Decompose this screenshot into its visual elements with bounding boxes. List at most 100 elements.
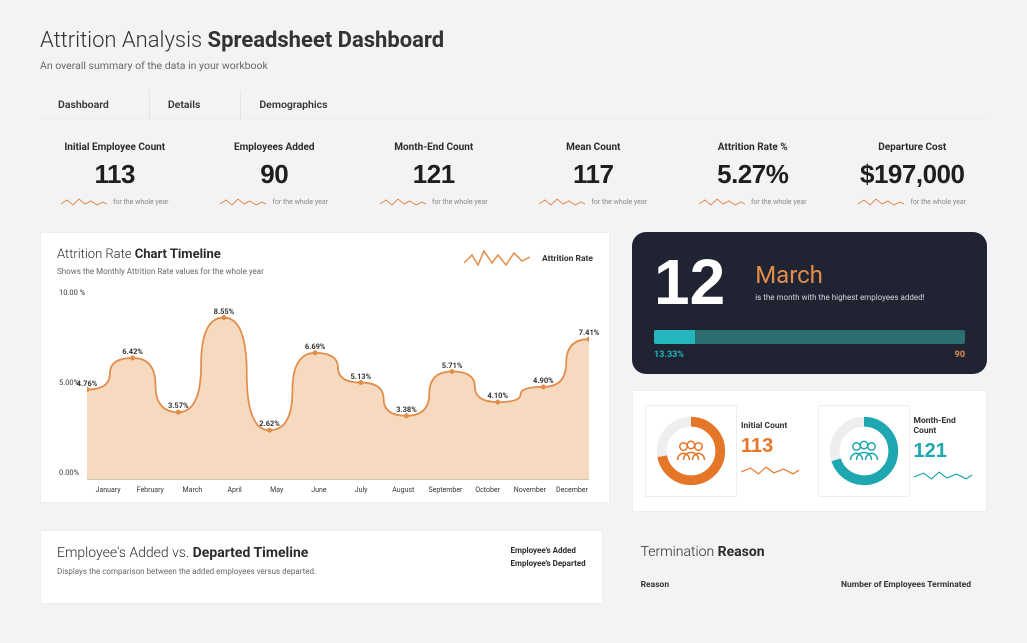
title-bold: Spreadsheet Dashboard — [208, 28, 445, 53]
kpi-1: Employees Added 90 for the whole year — [200, 142, 350, 208]
ring-card-monthend: Month-End Count 121 — [818, 405, 975, 497]
data-label: 7.41% — [579, 328, 600, 337]
term-col-count: Number of Employees Terminated — [841, 580, 971, 590]
avd-subtitle: Displays the comparison between the adde… — [57, 567, 586, 576]
highlight-bar-right: 90 — [955, 350, 965, 360]
ring-value-monthend: 121 — [914, 440, 975, 463]
kpi-value: 121 — [359, 159, 509, 190]
chart-legend: Attrition Rate — [464, 247, 593, 271]
highlight-desc: is the month with the highest employees … — [755, 293, 965, 303]
legend-spark-icon — [464, 247, 534, 271]
x-tick: April — [214, 486, 256, 494]
spark-icon — [61, 196, 107, 208]
data-label: 4.10% — [487, 391, 508, 400]
x-tick: September — [424, 486, 466, 494]
data-label: 6.69% — [305, 342, 326, 351]
kpi-value: 113 — [40, 159, 190, 190]
chart-subtitle: Shows the Monthly Attrition Rate values … — [57, 267, 264, 276]
ring-value-initial: 113 — [741, 435, 802, 458]
x-tick: February — [129, 486, 171, 494]
y-axis-label-bottom: 0.00% — [59, 468, 79, 477]
data-label: 2.62% — [259, 419, 280, 428]
x-tick: November — [509, 486, 551, 494]
page-subtitle: An overall summary of the data in your w… — [40, 59, 987, 72]
kpi-row: Initial Employee Count 113 for the whole… — [40, 142, 987, 208]
x-tick: July — [340, 486, 382, 494]
kpi-3: Mean Count 117 for the whole year — [519, 142, 669, 208]
title-prefix: Attrition Analysis — [40, 28, 208, 53]
kpi-label: Attrition Rate % — [678, 142, 828, 153]
data-label: 8.55% — [214, 307, 235, 316]
kpi-value: 90 — [200, 159, 350, 190]
x-tick: October — [467, 486, 509, 494]
added-vs-departed-card: Employee's Added Employee's Departed Emp… — [40, 530, 603, 604]
avd-title: Employee's Added vs. Departed Timeline — [57, 545, 586, 561]
ring-cards: Initial Count 113 — [632, 390, 987, 512]
chart-title: Attrition Rate Chart Timeline — [57, 247, 264, 262]
ring-label-initial: Initial Count — [741, 421, 802, 431]
tab-details[interactable]: Details — [149, 90, 241, 119]
x-axis-labels: JanuaryFebruaryMarchAprilMayJuneJulyAugu… — [87, 486, 593, 494]
x-tick: May — [256, 486, 298, 494]
kpi-foot: for the whole year — [591, 198, 647, 206]
tab-demographics[interactable]: Demographics — [240, 90, 367, 119]
x-tick: January — [87, 486, 129, 494]
kpi-label: Departure Cost — [838, 142, 988, 153]
legend-label: Attrition Rate — [542, 254, 593, 264]
chart-plot[interactable]: 4.76%6.42%3.57%8.55%2.62%6.69%5.13%3.38%… — [87, 290, 589, 480]
spark-icon — [741, 464, 799, 478]
avd-legend: Employee's Added Employee's Departed — [511, 545, 586, 571]
kpi-foot: for the whole year — [113, 198, 169, 206]
y-axis-label-top: 10.00 % — [59, 288, 85, 297]
spark-icon — [539, 196, 585, 208]
page-title: Attrition Analysis Spreadsheet Dashboard — [40, 28, 987, 53]
data-label: 5.71% — [442, 361, 463, 370]
ring-card-initial: Initial Count 113 — [645, 405, 802, 497]
avd-legend-added: Employee's Added — [511, 545, 586, 558]
kpi-4: Attrition Rate % 5.27% for the whole yea… — [678, 142, 828, 208]
kpi-value: 5.27% — [678, 159, 828, 190]
highlight-bar-fill — [654, 330, 695, 344]
kpi-label: Employees Added — [200, 142, 350, 153]
highlight-card: 12 March is the month with the highest e… — [632, 232, 987, 374]
kpi-foot: for the whole year — [751, 198, 807, 206]
data-label: 6.42% — [122, 347, 143, 356]
highlight-bar-left: 13.33% — [654, 350, 684, 360]
kpi-value: $197,000 — [838, 159, 988, 190]
kpi-2: Month-End Count 121 for the whole year — [359, 142, 509, 208]
x-tick: August — [382, 486, 424, 494]
highlight-number: 12 — [654, 250, 725, 314]
avd-legend-departed: Employee's Departed — [511, 558, 586, 571]
term-col-reason: Reason — [641, 580, 670, 590]
spark-icon — [858, 196, 904, 208]
kpi-foot: for the whole year — [432, 198, 488, 206]
data-label: 4.76% — [77, 379, 98, 388]
tab-dashboard[interactable]: Dashboard — [40, 90, 149, 119]
kpi-label: Initial Employee Count — [40, 142, 190, 153]
data-label: 5.13% — [350, 372, 371, 381]
people-icon — [846, 438, 882, 464]
spark-icon — [220, 196, 266, 208]
kpi-foot: for the whole year — [272, 198, 328, 206]
kpi-foot: for the whole year — [910, 198, 966, 206]
chart-body: 10.00 % 5.00% 0.00% 4.76%6.42%3.57%8.55%… — [57, 284, 593, 494]
data-label: 3.38% — [396, 405, 417, 414]
people-icon — [673, 438, 709, 464]
tab-bar: Dashboard Details Demographics — [40, 90, 987, 120]
x-tick: December — [551, 486, 593, 494]
data-label: 4.90% — [533, 376, 554, 385]
ring-label-monthend: Month-End Count — [914, 416, 975, 436]
term-title: Termination Reason — [641, 544, 971, 560]
x-tick: June — [298, 486, 340, 494]
attrition-chart-card: Attrition Rate Chart Timeline Shows the … — [40, 232, 610, 503]
spark-icon — [914, 469, 972, 483]
spark-icon — [380, 196, 426, 208]
termination-card: Termination Reason Reason Number of Empl… — [625, 530, 987, 604]
data-label: 3.57% — [168, 401, 189, 410]
kpi-5: Departure Cost $197,000 for the whole ye… — [838, 142, 988, 208]
kpi-value: 117 — [519, 159, 669, 190]
spark-icon — [699, 196, 745, 208]
x-tick: March — [171, 486, 213, 494]
highlight-bar — [654, 330, 965, 344]
highlight-month: March — [755, 261, 965, 289]
